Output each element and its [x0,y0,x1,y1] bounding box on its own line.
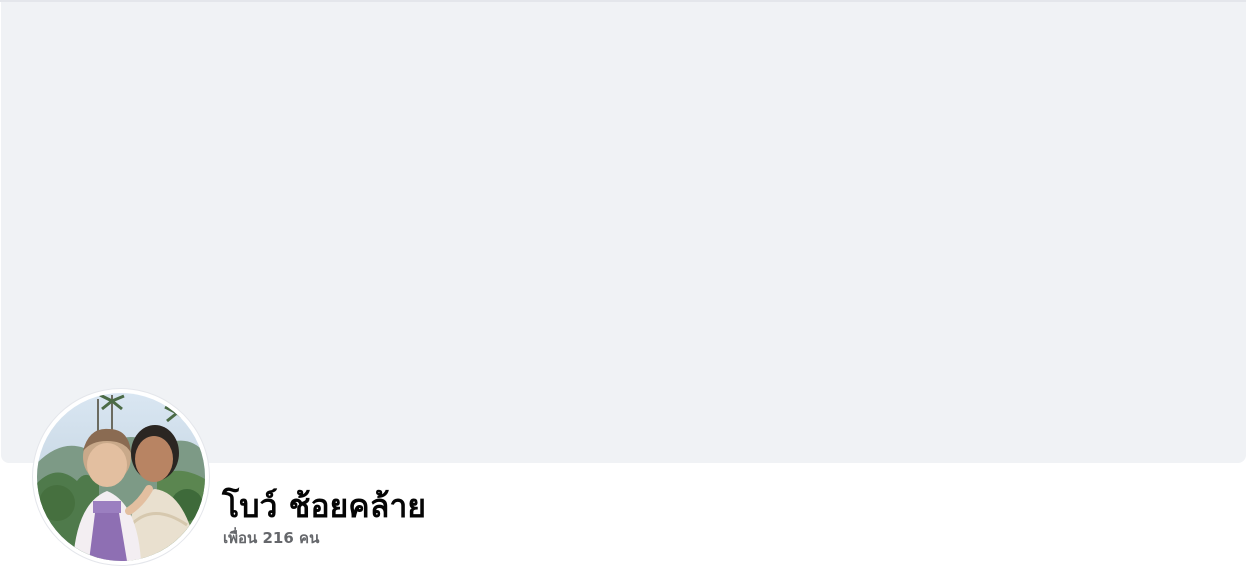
friends-count-link[interactable]: เพื่อน 216 คน [223,528,319,548]
profile-page: โบว์ ช้อยคล้าย เพื่อน 216 คน [0,0,1246,574]
cover-photo-area[interactable] [1,2,1246,463]
profile-picture[interactable] [37,393,205,561]
profile-picture-ring [33,389,209,565]
profile-photo-icon [37,393,205,561]
profile-name: โบว์ ช้อยคล้าย [222,487,427,525]
